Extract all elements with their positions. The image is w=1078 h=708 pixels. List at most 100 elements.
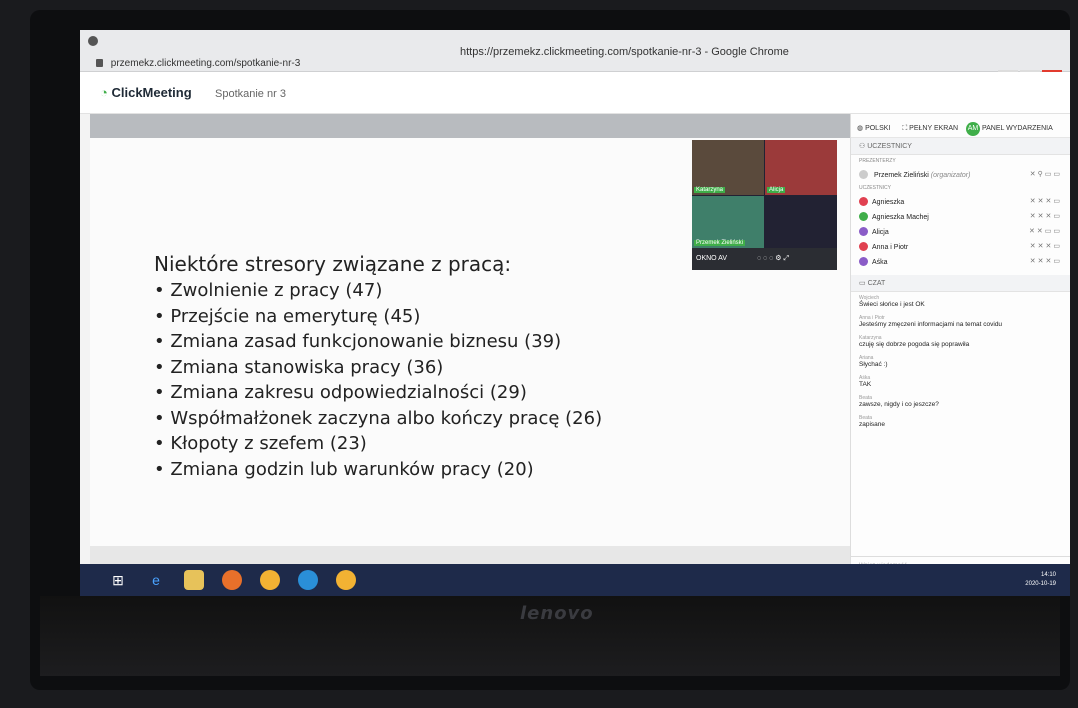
app-header: ◔ ClickMeeting Spotkanie nr 3 — [80, 72, 1070, 114]
participant-row[interactable]: Agnieszka ✕✕✕▭ — [851, 194, 1070, 209]
internet-explorer-icon[interactable]: e — [146, 570, 166, 590]
participants-header[interactable]: ⚇ UCZESTNICY — [851, 138, 1070, 155]
presenter-name: Przemek Zieliński — [873, 172, 929, 179]
language-button[interactable]: POLSKI — [865, 125, 890, 132]
chat-text: zawsze, nigdy i co jeszcze? — [859, 401, 939, 408]
chat-message: Beata zapisane — [859, 415, 1062, 428]
chat-text: Świeci słońce i jest OK — [859, 301, 925, 308]
url-text: przemekz.clickmeeting.com/spotkanie-nr-3 — [110, 58, 301, 69]
participant-row[interactable]: Aśka ✕✕✕▭ — [851, 254, 1070, 269]
bullet-item: Zmiana zakresu odpowiedzialności (29) — [154, 382, 602, 408]
presenter-media-icons[interactable]: ✕⚲▭▭ — [1030, 170, 1062, 178]
clock-date: 2020-10-19 — [1025, 581, 1056, 587]
video-tile-przemek[interactable]: Przemek Zieliński — [692, 196, 764, 248]
chat-text: Jesteśmy zmęczeni informacjami na temat … — [859, 321, 1003, 328]
bullet-item: Przejście na emeryturę (45) — [154, 306, 602, 332]
logo-text: ClickMeeting — [111, 85, 192, 100]
logo-mark-icon: ◔ — [100, 85, 108, 100]
bullet-item: Kłopoty z szefem (23) — [154, 433, 602, 459]
chat-message: Aśka TAK — [859, 375, 1062, 388]
panel-topbar: ◍ POLSKI ⛶ PEŁNY EKRAN AM PANEL WYDARZEN… — [851, 114, 1070, 138]
video-tile-label: Katarzyna — [694, 187, 726, 193]
participant-row[interactable]: Anna i Piotr ✕✕✕▭ — [851, 239, 1070, 254]
chat-message: Beata zawsze, nigdy i co jeszcze? — [859, 395, 1062, 408]
participant-avatar — [859, 257, 868, 266]
monitor-brand: lenovo — [520, 603, 594, 624]
attendees-label: UCZESTNICY — [859, 185, 891, 191]
participant-name: Anna i Piotr — [872, 244, 909, 251]
avatar[interactable]: AM — [966, 122, 981, 136]
video-tile-label: Alicja — [767, 187, 786, 193]
chat-message: Wojciech Świeci słońce i jest OK — [859, 295, 1062, 308]
video-tile-katarzyna[interactable]: Katarzyna — [692, 140, 764, 195]
video-tile-label: Przemek Zieliński — [694, 240, 746, 246]
file-explorer-icon[interactable] — [184, 570, 204, 590]
bullet-item: Zmiana zasad funkcjonowanie biznesu (39) — [154, 331, 602, 357]
globe-icon: ◍ — [857, 125, 864, 132]
participant-media-icons[interactable]: ✕✕✕▭ — [1030, 197, 1062, 205]
chrome-taskbar-icon[interactable] — [260, 570, 280, 590]
participant-avatar — [859, 242, 868, 251]
address-bar[interactable]: przemekz.clickmeeting.com/spotkanie-nr-3 — [96, 58, 300, 69]
av-window-button[interactable]: OKNO AV — [696, 255, 727, 262]
start-button-icon[interactable]: ⊞ — [108, 570, 128, 590]
participant-name: Agnieszka — [872, 199, 905, 206]
screen: https://przemekz.clickmeeting.com/spotka… — [80, 30, 1070, 596]
right-panel: ◍ POLSKI ⛶ PEŁNY EKRAN AM PANEL WYDARZEN… — [850, 114, 1070, 574]
chat-icon: ▭ — [859, 280, 866, 287]
window-title: https://przemekz.clickmeeting.com/spotka… — [460, 46, 789, 58]
chat-message: Anna i Piotr Jesteśmy zmęczeni informacja… — [859, 315, 1062, 328]
participant-row[interactable]: Agnieszka Machej ✕✕✕▭ — [851, 209, 1070, 224]
video-controls-icon[interactable]: ◌ ◌ ◌ ⚙ ⤢ — [757, 255, 789, 262]
bullet-item: Zmiana godzin lub warunków pracy (20) — [154, 459, 602, 485]
participants-title: UCZESTNICY — [867, 143, 912, 150]
participant-avatar — [859, 197, 868, 206]
fullscreen-button[interactable]: PEŁNY EKRAN — [909, 125, 958, 132]
chat-text: Słychać :) — [859, 361, 888, 368]
fullscreen-icon: ⛶ — [902, 125, 908, 132]
chat-message: Ariana Słychać :) — [859, 355, 1062, 368]
chrome-icon — [88, 36, 98, 46]
participant-media-icons[interactable]: ✕✕✕▭ — [1030, 257, 1062, 265]
chat-text: zapisane — [859, 421, 886, 428]
bullet-item: Współmałżonek zaczyna albo kończy pracę … — [154, 408, 602, 434]
event-panel-button[interactable]: PANEL WYDARZENIA — [982, 125, 1053, 132]
slide-toolbar — [90, 114, 850, 138]
participant-name: Aśka — [872, 259, 888, 266]
participant-name: Agnieszka Machej — [872, 214, 929, 221]
chat-header[interactable]: ▭ CZAT — [851, 275, 1070, 292]
av-window-bar: OKNO AV ◌ ◌ ◌ ⚙ ⤢ — [692, 248, 837, 270]
video-tile-alicja[interactable]: Alicja — [765, 140, 837, 195]
chat-text: czuję się dobrze pogoda się poprawiła — [859, 341, 970, 348]
participant-avatar — [859, 212, 868, 221]
presenter-avatar — [859, 170, 868, 179]
slide-footer — [90, 546, 850, 564]
bullet-item: Zmiana stanowiska pracy (36) — [154, 357, 602, 383]
presenter-row[interactable]: Przemek Zieliński (organizator) ✕⚲▭▭ — [851, 167, 1070, 182]
participant-media-icons[interactable]: ✕✕▭▭ — [1029, 227, 1062, 235]
participant-row[interactable]: Alicja ✕✕▭▭ — [851, 224, 1070, 239]
edge-icon[interactable] — [298, 570, 318, 590]
slide-bullets: Zwolnienie z pracy (47) Przejście na eme… — [154, 280, 602, 484]
system-clock[interactable]: 14:10 2020-10-19 — [1025, 571, 1056, 589]
presenters-label: PREZENTERZY — [859, 158, 896, 164]
windows-taskbar: ⊞ e 14:10 2020-10-19 — [80, 564, 1070, 596]
clock-time: 14:10 — [1040, 572, 1056, 578]
firefox-icon[interactable] — [222, 570, 242, 590]
meeting-name: Spotkanie nr 3 — [215, 88, 286, 100]
chat-messages: Wojciech Świeci słońce i jest OK Anna i P… — [851, 292, 1070, 438]
slide-title: Niektóre stresory związane z pracą: — [154, 252, 512, 276]
browser-titlebar: https://przemekz.clickmeeting.com/spotka… — [80, 30, 1070, 72]
bullet-item: Zwolnienie z pracy (47) — [154, 280, 602, 306]
chat-title: CZAT — [867, 280, 886, 287]
participants-icon: ⚇ — [859, 143, 866, 150]
chat-text: TAK — [859, 381, 872, 388]
lock-icon — [96, 59, 103, 67]
participant-media-icons[interactable]: ✕✕✕▭ — [1030, 212, 1062, 220]
participant-name: Alicja — [872, 229, 889, 236]
chat-message: Katarzyna czuję się dobrze pogoda się pop… — [859, 335, 1062, 348]
clickmeeting-logo[interactable]: ◔ ClickMeeting — [100, 85, 192, 100]
chrome-active-icon[interactable] — [336, 570, 356, 590]
presenter-role: (organizator) — [930, 172, 971, 179]
participant-media-icons[interactable]: ✕✕✕▭ — [1030, 242, 1062, 250]
